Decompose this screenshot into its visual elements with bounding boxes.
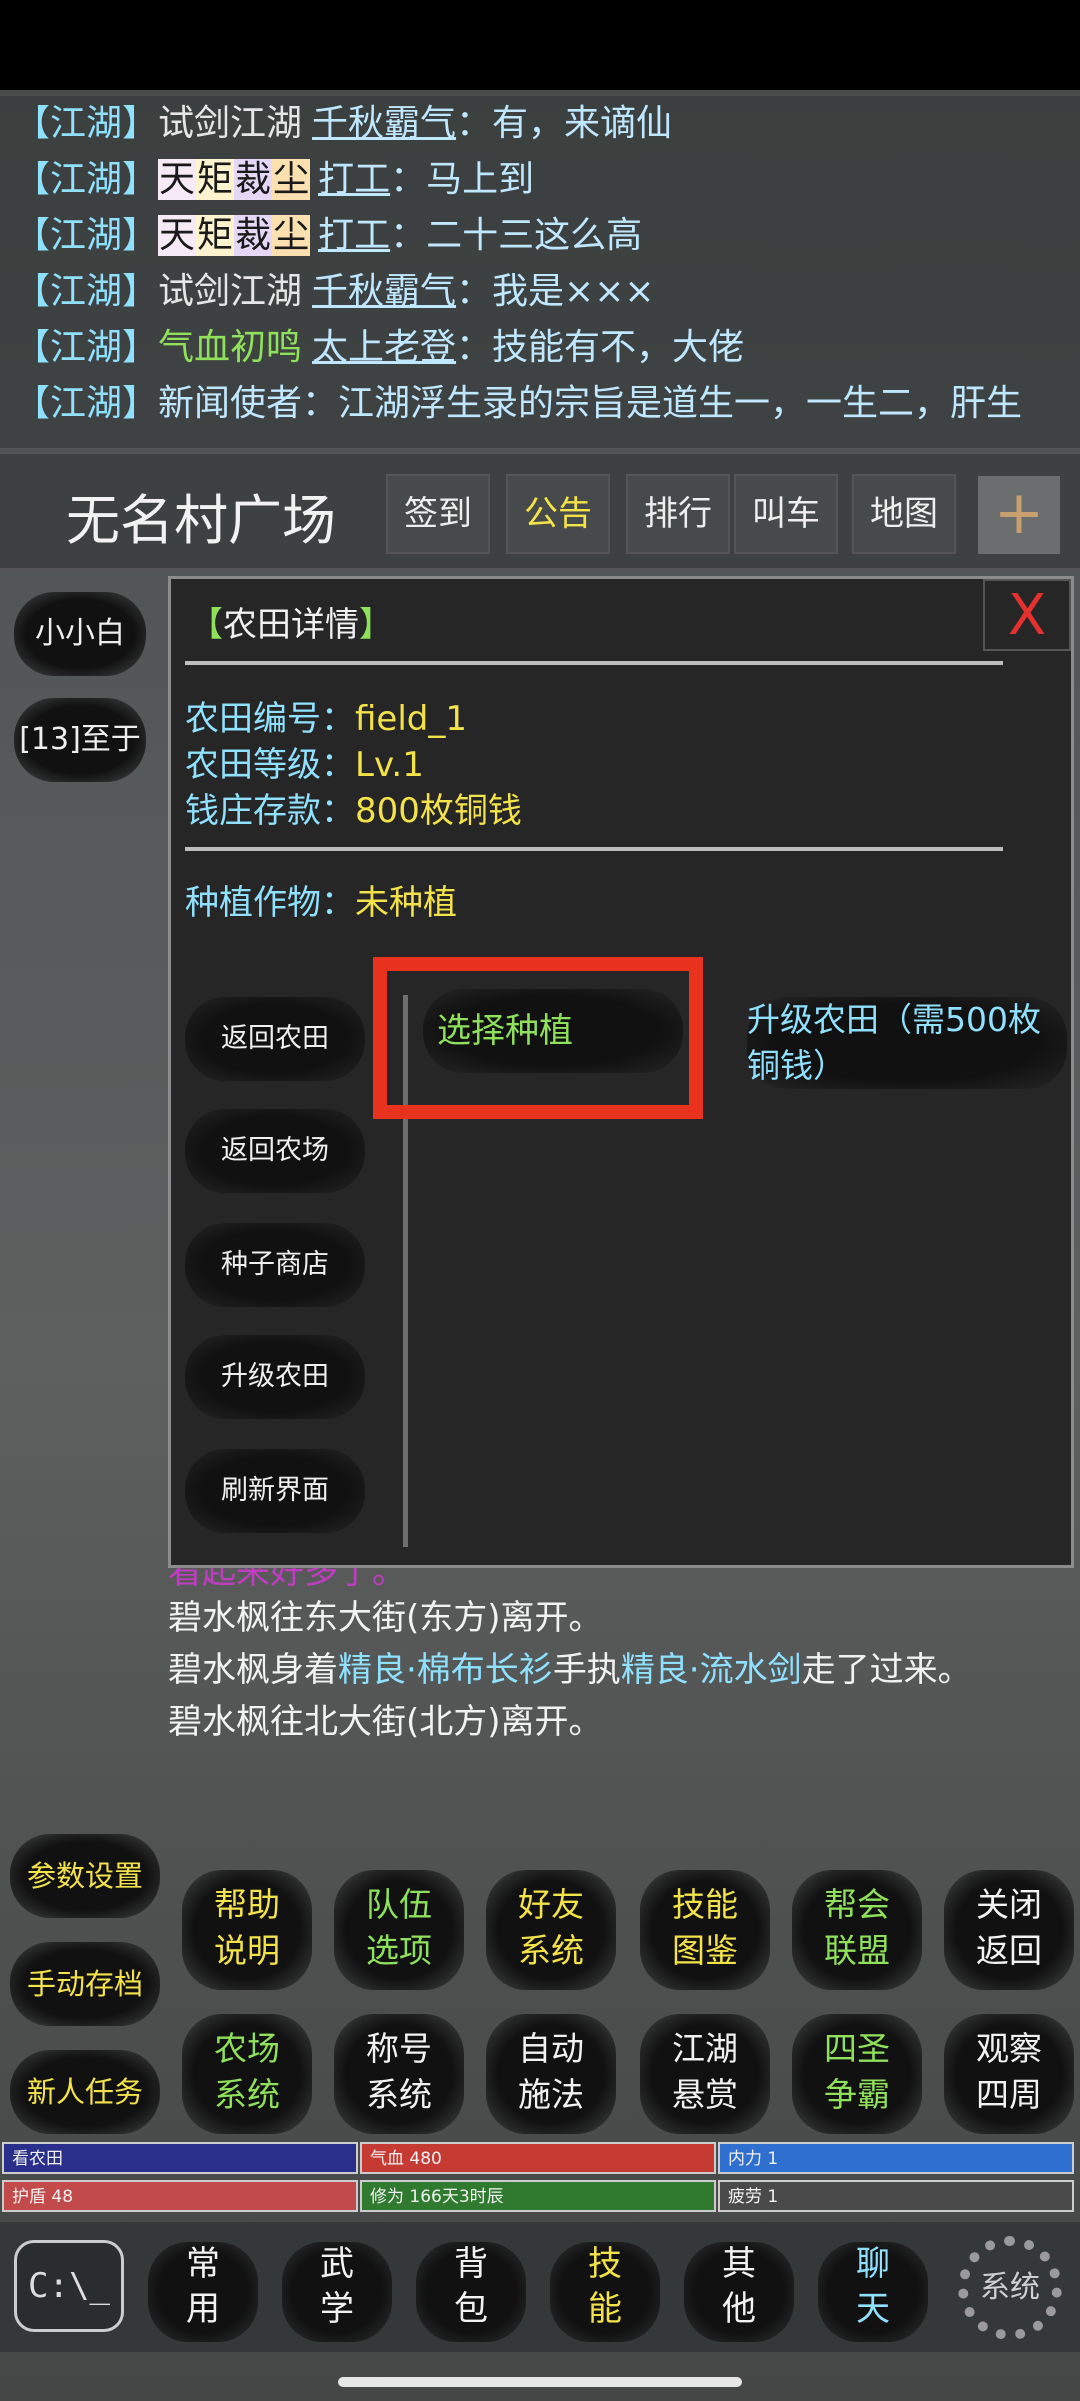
map-button[interactable]: 地图 (852, 474, 956, 554)
dialog-title: 【农田详情】 (189, 605, 393, 645)
chat-line[interactable]: 【江湖】天矩裁尘 打工：二十三这么高 (0, 208, 1080, 264)
menu-button[interactable]: 自动 施法 (486, 2014, 616, 2134)
bottom-tab[interactable]: 常用 (148, 2242, 258, 2342)
chat-line[interactable]: 【江湖】新闻使者：江湖浮生录的宗旨是道生一，一生二，肝生 (0, 376, 1080, 432)
menu-button[interactable]: 观察 四周 (944, 2014, 1074, 2134)
bottom-tab[interactable]: 聊天 (818, 2242, 928, 2342)
log-line: 碧水枫身着精良·棉布长衫手执精良·流水剑走了过来。 (168, 1650, 972, 1690)
bottom-tab[interactable]: 背包 (416, 2242, 526, 2342)
message-log: 看起来好多了。 碧水枫往东大街(东方)离开。 碧水枫身着精良·棉布长衫手执精良·… (168, 1568, 1074, 1748)
bottom-tab[interactable]: 武学 (282, 2242, 392, 2342)
player-level-button[interactable]: [13]至于 (14, 698, 146, 782)
back-to-farm-button[interactable]: 返回农场 (185, 1109, 365, 1193)
crop-row: 种植作物：未种植 (185, 883, 457, 923)
back-to-field-button[interactable]: 返回农田 (185, 997, 365, 1081)
bottom-tab[interactable]: 其他 (684, 2242, 794, 2342)
home-indicator[interactable] (338, 2377, 742, 2387)
newbie-task-button[interactable]: 新人任务 (10, 2050, 160, 2134)
bottom-tab-bar: C:\_ 常用武学背包技能其他聊天 系统 (0, 2222, 1080, 2352)
chat-line[interactable]: 【江湖】试剑江湖 千秋霸气：有，来谪仙 (0, 96, 1080, 152)
shield-bar: 护盾 48 (2, 2180, 358, 2212)
chat-line[interactable]: 【江湖】试剑江湖 千秋霸气：我是××× (0, 264, 1080, 320)
checkin-button[interactable]: 签到 (386, 474, 490, 554)
menu-button[interactable]: 技能 图鉴 (640, 1870, 770, 1990)
upgrade-field-nav-button[interactable]: 升级农田 (185, 1335, 365, 1419)
bottom-tab[interactable]: 技能 (550, 2242, 660, 2342)
cultivation-bar: 修为 166天3时辰 (360, 2180, 716, 2212)
chat-username[interactable]: 打工 (318, 159, 390, 200)
console-icon[interactable]: C:\_ (14, 2240, 124, 2332)
mp-bar: 内力 1 (718, 2142, 1074, 2174)
item-link[interactable]: 精良·棉布长衫 (338, 1650, 553, 1690)
farm-detail-dialog: 【农田详情】 X 农田编号：field_1 农田等级：Lv.1 钱庄存款：800… (168, 576, 1074, 1568)
announcement-button[interactable]: 公告 (506, 474, 610, 554)
chat-line[interactable]: 【江湖】天矩裁尘 打工：马上到 (0, 152, 1080, 208)
close-button[interactable]: X (983, 579, 1071, 651)
settings-button[interactable]: 参数设置 (10, 1834, 160, 1918)
divider (185, 661, 1003, 665)
chat-username[interactable]: 太上老登 (312, 327, 456, 368)
manual-save-button[interactable]: 手动存档 (10, 1942, 160, 2026)
chat-username[interactable]: 千秋霸气 (312, 271, 456, 312)
hp-bar: 气血 480 (360, 2142, 716, 2174)
chat-username[interactable]: 千秋霸气 (312, 103, 456, 144)
chat-line[interactable]: 【江湖】气血初鸣 太上老登：技能有不，大佬 (0, 320, 1080, 376)
menu-button[interactable]: 农场 系统 (182, 2014, 312, 2134)
top-bar: 无名村广场 签到 公告 排行 叫车 地图 + (0, 452, 1080, 570)
plus-icon[interactable]: + (978, 476, 1060, 554)
menu-button[interactable]: 帮会 联盟 (792, 1870, 922, 1990)
ranking-button[interactable]: 排行 (626, 474, 730, 554)
log-line: 碧水枫往北大街(北方)离开。 (168, 1702, 603, 1742)
chat-username[interactable]: 打工 (318, 215, 390, 256)
upgrade-field-button[interactable]: 升级农田（需500枚铜钱） (747, 997, 1067, 1089)
chat-panel[interactable]: 【江湖】试剑江湖 千秋霸气：有，来谪仙 【江湖】天矩裁尘 打工：马上到 【江湖】天矩裁尘… (0, 96, 1080, 448)
menu-button[interactable]: 关闭 返回 (944, 1870, 1074, 1990)
highlight-box (373, 957, 703, 1119)
location-title: 无名村广场 (66, 489, 336, 552)
menu-button[interactable]: 队伍 选项 (334, 1870, 464, 1990)
call-car-button[interactable]: 叫车 (734, 474, 838, 554)
log-line: 碧水枫往东大街(东方)离开。 (168, 1598, 603, 1638)
refresh-button[interactable]: 刷新界面 (185, 1449, 365, 1533)
field-id-row: 农田编号：field_1 (185, 699, 467, 739)
menu-button[interactable]: 四圣 争霸 (792, 2014, 922, 2134)
field-level-row: 农田等级：Lv.1 (185, 745, 424, 785)
fatigue-bar: 疲劳 1 (718, 2180, 1074, 2212)
system-gear-icon[interactable]: 系统 (958, 2236, 1062, 2340)
menu-button[interactable]: 江湖 悬赏 (640, 2014, 770, 2134)
item-link[interactable]: 精良·流水剑 (621, 1650, 802, 1690)
log-line: 看起来好多了。 (168, 1568, 406, 1592)
seed-shop-button[interactable]: 种子商店 (185, 1223, 365, 1307)
menu-button[interactable]: 称号 系统 (334, 2014, 464, 2134)
player-name-button[interactable]: 小小白 (14, 592, 146, 676)
menu-button[interactable]: 好友 系统 (486, 1870, 616, 1990)
deposit-row: 钱庄存款：800枚铜钱 (185, 791, 522, 831)
divider (185, 847, 1003, 851)
menu-button[interactable]: 帮助 说明 (182, 1870, 312, 1990)
target-bar: 看农田 (2, 2142, 358, 2174)
